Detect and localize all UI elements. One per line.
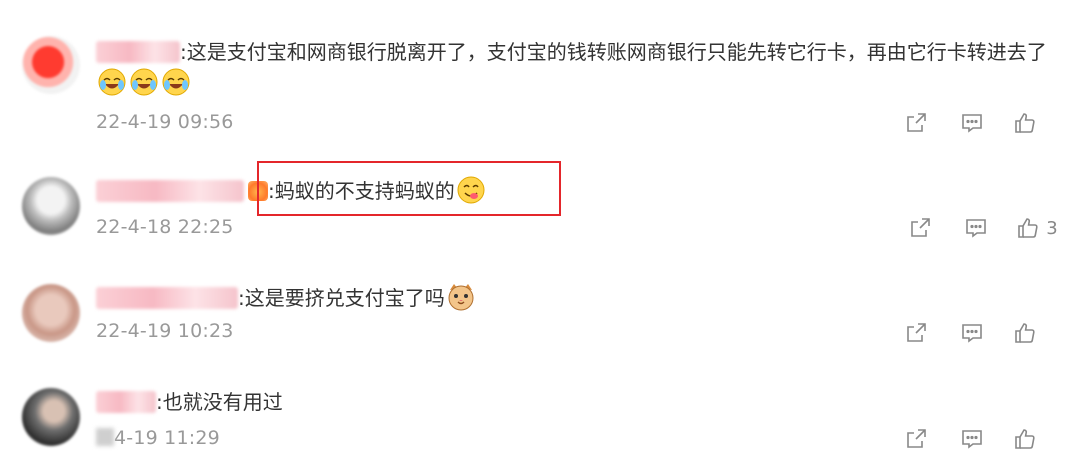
timestamp: 4-19 11:29 <box>96 427 220 449</box>
share-icon <box>911 218 930 237</box>
share-button[interactable] <box>892 213 948 243</box>
laugh-cry-emoji-icon <box>162 68 190 96</box>
like-button[interactable] <box>1000 108 1056 138</box>
like-button[interactable] <box>1000 318 1056 348</box>
highlight-box <box>257 161 561 216</box>
timestamp: 22-4-18 22:25 <box>96 216 234 238</box>
comment-button[interactable] <box>948 213 1004 243</box>
comment-icon <box>962 430 982 449</box>
comment-button[interactable] <box>944 318 1000 348</box>
username[interactable] <box>96 287 238 309</box>
like-count: 3 <box>1046 217 1058 239</box>
like-button[interactable] <box>1000 424 1056 454</box>
share-button[interactable] <box>888 318 944 348</box>
cat-emoji-icon <box>448 284 474 311</box>
comment-icon <box>966 219 986 238</box>
username[interactable] <box>96 41 180 63</box>
comment-actions <box>888 424 1056 454</box>
like-icon <box>1015 429 1035 449</box>
username[interactable] <box>96 391 156 413</box>
comment-icon <box>962 324 982 343</box>
like-icon <box>1015 113 1035 133</box>
comment-icon <box>962 114 982 133</box>
comment-actions <box>888 108 1056 138</box>
comment-actions <box>888 318 1056 348</box>
comment-text: :这是支付宝和网商银行脱离开了，支付宝的钱转账网商银行只能先转它行卡，再由它行卡… <box>96 37 1061 98</box>
share-icon <box>907 323 926 342</box>
comment-body: :也就没有用过 <box>156 390 283 414</box>
comment-text: :这是要挤兑支付宝了吗 <box>96 282 477 313</box>
comment-body: :这是要挤兑支付宝了吗 <box>238 286 445 310</box>
laugh-cry-emoji-icon <box>130 68 158 96</box>
comment-button[interactable] <box>944 108 1000 138</box>
laugh-cry-emoji-icon <box>98 68 126 96</box>
timestamp-text: 4-19 11:29 <box>114 427 220 449</box>
share-button[interactable] <box>888 424 944 454</box>
like-button[interactable]: 3 <box>1004 213 1070 243</box>
avatar[interactable] <box>22 36 80 94</box>
comment-actions: 3 <box>892 213 1070 243</box>
comment-body: :这是支付宝和网商银行脱离开了，支付宝的钱转账网商银行只能先转它行卡，再由它行卡… <box>180 40 1047 64</box>
timestamp: 22-4-19 09:56 <box>96 111 234 133</box>
timestamp: 22-4-19 10:23 <box>96 320 234 342</box>
avatar[interactable] <box>22 388 80 446</box>
share-button[interactable] <box>888 108 944 138</box>
share-icon <box>907 429 926 448</box>
comment-button[interactable] <box>944 424 1000 454</box>
avatar[interactable] <box>22 284 80 342</box>
like-icon <box>1018 218 1038 238</box>
comment-text: :也就没有用过 <box>96 387 283 417</box>
share-icon <box>907 113 926 132</box>
like-icon <box>1015 323 1035 343</box>
redaction-mask <box>96 428 114 446</box>
avatar[interactable] <box>22 177 80 235</box>
username[interactable] <box>96 180 244 202</box>
